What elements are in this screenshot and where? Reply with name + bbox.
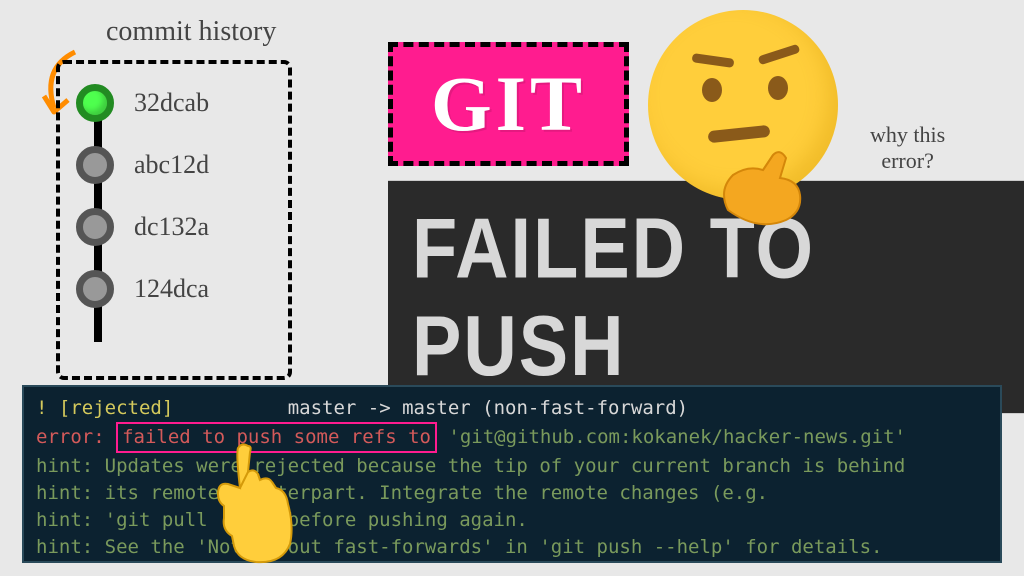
commit-dot: [76, 270, 114, 308]
terminal-hint-line: hint: See the 'Note about fast-forwards'…: [36, 534, 988, 561]
commit-dot: [76, 208, 114, 246]
term-error-label: error:: [36, 426, 105, 448]
commit-hash: dc132a: [134, 212, 209, 242]
terminal-line-error: error: failed to push some refs to 'git@…: [36, 422, 988, 453]
why-error-label: why this error?: [870, 122, 945, 175]
commit-item: 32dcab: [76, 84, 272, 122]
terminal-line-rejected: ! [rejected] master -> master (non-fast-…: [36, 395, 988, 422]
term-rejected: [rejected]: [59, 397, 173, 419]
terminal-hint-line: hint: its remote counterpart. Integrate …: [36, 480, 988, 507]
terminal-output: ! [rejected] master -> master (non-fast-…: [22, 385, 1002, 563]
commit-item: abc12d: [76, 146, 272, 184]
commit-hash: abc12d: [134, 150, 209, 180]
why-error-line1: why this: [870, 122, 945, 147]
thinking-face-icon: [648, 10, 868, 230]
terminal-hint-line: hint: 'git pull ...') before pushing aga…: [36, 507, 988, 534]
commit-dot-head: [76, 84, 114, 122]
commit-history-label: commit history: [106, 16, 276, 48]
terminal-hint-line: hint: Updates were rejected because the …: [36, 453, 988, 480]
term-branch-info: master -> master (non-fast-forward): [288, 397, 688, 419]
title-git: GIT: [388, 42, 629, 166]
commit-history-box: 32dcab abc12d dc132a 124dca: [56, 60, 292, 380]
commit-dot: [76, 146, 114, 184]
commit-hash: 124dca: [134, 274, 209, 304]
commit-item: 124dca: [76, 270, 272, 308]
why-error-line2: error?: [881, 148, 934, 173]
commit-hash: 32dcab: [134, 88, 209, 118]
term-bang: !: [36, 397, 47, 419]
term-repo-url: 'git@github.com:kokanek/hacker-news.git': [448, 426, 906, 448]
commit-item: dc132a: [76, 208, 272, 246]
pointing-hand-icon: [210, 438, 300, 568]
